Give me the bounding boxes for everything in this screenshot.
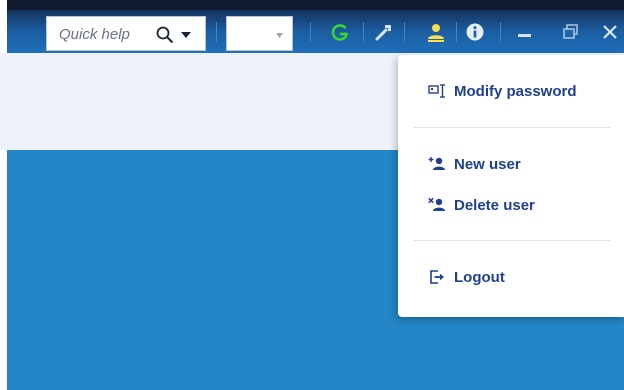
- wrench-icon[interactable]: [374, 22, 394, 42]
- minimize-icon[interactable]: [515, 22, 535, 42]
- toolbar-separator: [310, 22, 311, 42]
- toolbar-separator: [456, 22, 457, 42]
- menu-divider: [414, 240, 610, 241]
- user-menu: Modify password New user Delete user Log…: [398, 55, 624, 317]
- delete-user-item[interactable]: Delete user: [428, 192, 535, 218]
- menu-divider: [414, 127, 610, 128]
- new-user-item[interactable]: New user: [428, 151, 521, 177]
- toolbar-separator: [363, 22, 364, 42]
- delete-user-icon: [428, 196, 446, 214]
- search-input[interactable]: Quick help: [59, 26, 130, 43]
- window-edge: [0, 0, 7, 53]
- toolbar-separator: [216, 22, 217, 42]
- search-dropdown-icon[interactable]: [181, 32, 191, 38]
- menu-item-label: Modify password: [454, 82, 577, 100]
- chevron-down-icon[interactable]: [276, 33, 283, 38]
- toolbar-separator: [500, 22, 501, 42]
- search-icon[interactable]: [156, 26, 174, 44]
- info-icon[interactable]: [465, 22, 485, 42]
- user-icon[interactable]: [426, 22, 446, 42]
- selector-combobox[interactable]: [226, 16, 293, 51]
- menu-item-label: New user: [454, 155, 521, 173]
- refresh-icon[interactable]: [330, 22, 350, 42]
- menu-item-label: Delete user: [454, 196, 535, 214]
- logout-item[interactable]: Logout: [428, 264, 505, 290]
- restore-icon[interactable]: [561, 22, 581, 42]
- logout-icon: [428, 268, 446, 286]
- key-icon: [428, 82, 446, 100]
- modify-password-item[interactable]: Modify password: [428, 78, 577, 104]
- toolbar: Quick help: [0, 0, 624, 53]
- quick-help-search[interactable]: Quick help: [46, 16, 206, 51]
- toolbar-separator: [404, 22, 405, 42]
- menu-item-label: Logout: [454, 268, 505, 286]
- add-user-icon: [428, 155, 446, 173]
- close-icon[interactable]: [600, 22, 620, 42]
